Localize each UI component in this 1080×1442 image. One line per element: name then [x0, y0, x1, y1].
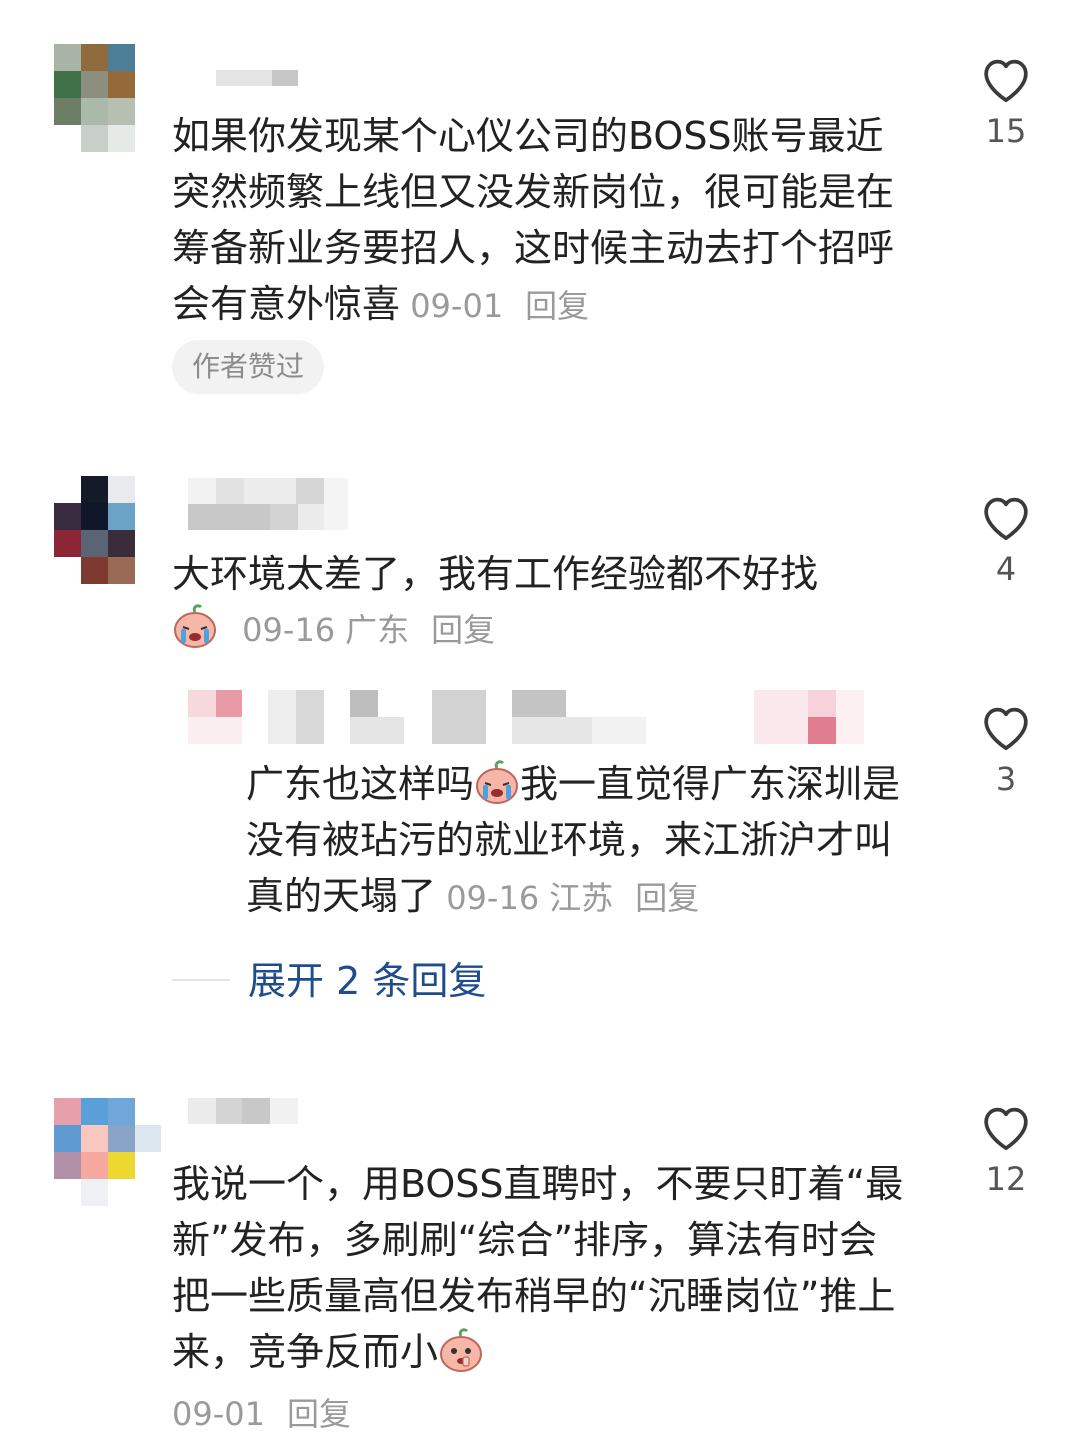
like-count: 15	[985, 112, 1027, 150]
reply-button[interactable]: 回复	[525, 287, 589, 325]
comment-text: 我说一个，用BOSS直聘时，不要只盯着“最新”发布，多刷刷“综合”排序，算法有时…	[172, 1162, 904, 1374]
comment-date: 09-16	[242, 611, 336, 649]
username-blurred[interactable]	[188, 690, 864, 744]
reply-button[interactable]: 回复	[635, 879, 699, 917]
crying-emoji	[172, 603, 218, 649]
comment-text: 如果你发现某个心仪公司的BOSS账号最近突然频繁上线但又没发新岗位，很可能是在筹…	[172, 114, 895, 326]
comment-meta: 09-01 回复	[172, 1386, 351, 1442]
like-count: 4	[995, 550, 1017, 588]
reply-button[interactable]: 回复	[431, 611, 495, 649]
avatar[interactable]	[54, 1098, 161, 1206]
pointing-emoji	[438, 1327, 484, 1373]
comment-date: 09-01	[410, 287, 504, 325]
crying-emoji	[474, 759, 520, 805]
divider	[172, 979, 230, 981]
expand-replies-button[interactable]: 展开 2 条回复	[248, 953, 486, 1009]
comment-meta: 09-01 回复	[400, 287, 589, 325]
like-button[interactable]: 4	[971, 490, 1041, 588]
comment-text: 大环境太差了，我有工作经验都不好找	[172, 552, 819, 596]
comment-date: 09-16	[446, 879, 540, 917]
heart-outline-icon	[984, 59, 1028, 103]
comment-date: 09-01	[172, 1395, 265, 1433]
like-count: 3	[995, 760, 1017, 798]
comment-meta: 09-16 江苏 回复	[436, 879, 699, 917]
comment-location: 广东	[345, 611, 410, 649]
like-count: 12	[985, 1160, 1027, 1198]
reply-button[interactable]: 回复	[287, 1395, 351, 1433]
author-liked-badge: 作者赞过	[172, 340, 325, 394]
like-button[interactable]: 12	[971, 1100, 1041, 1198]
like-button[interactable]: 3	[971, 700, 1041, 798]
username-blurred[interactable]	[188, 478, 348, 530]
like-button[interactable]: 15	[971, 52, 1041, 150]
avatar[interactable]	[54, 44, 135, 152]
comment-meta: 09-16 广东 回复	[172, 602, 495, 658]
username-blurred[interactable]	[216, 70, 298, 86]
comment-location: 江苏	[549, 879, 614, 917]
comment-text: 广东也这样吗 我一直觉得广东深圳是没有被玷污的就业环境，来江浙沪才叫真的天塌了 …	[246, 756, 926, 926]
heart-outline-icon	[984, 707, 1028, 751]
heart-outline-icon	[984, 1107, 1028, 1151]
username-blurred[interactable]	[188, 1098, 298, 1124]
avatar[interactable]	[54, 476, 135, 584]
heart-outline-icon	[984, 497, 1028, 541]
